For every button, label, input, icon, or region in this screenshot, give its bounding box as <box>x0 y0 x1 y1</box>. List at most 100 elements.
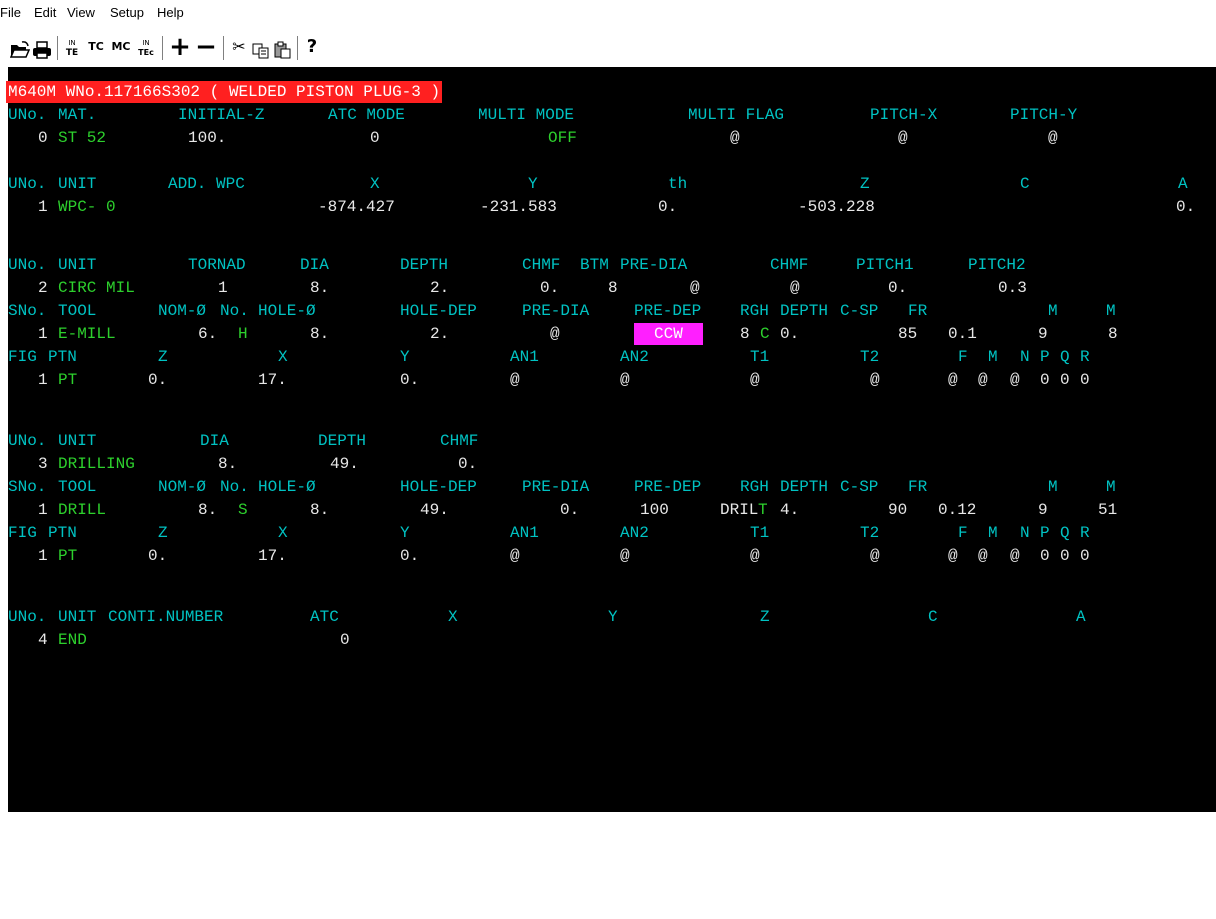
unit-name: CIRC MIL <box>58 279 135 297</box>
col-header: ATC <box>310 608 339 626</box>
unit4-value-row[interactable]: 4 END 0 <box>8 629 350 651</box>
tornad: 1 <box>218 279 228 297</box>
col-header: Z <box>158 348 168 366</box>
pattern: PT <box>58 547 78 565</box>
unit-number: 3 <box>38 455 48 473</box>
unit-name: WPC- 0 <box>58 198 116 216</box>
material: ST 52 <box>58 129 107 147</box>
menu-file[interactable]: File <box>0 5 21 20</box>
col-header: PRE-DIA <box>522 302 590 320</box>
dia: 8. <box>310 279 330 297</box>
an2: @ <box>620 547 630 565</box>
col-header: Y <box>400 348 410 366</box>
tool-name: DRILL <box>58 501 107 519</box>
col-header: SNo. <box>8 478 47 496</box>
minus-icon[interactable]: − <box>194 34 218 60</box>
conti-number: 0 <box>340 631 350 649</box>
col-header: X <box>278 524 288 542</box>
program-title: M640M WNo.117166S302 ( WELDED PISTON PLU… <box>6 81 443 103</box>
unit2-tool-value-row[interactable]: 1 E-MILL 6. H 8. 2. @ CCW 8 C 0. 85 0.1 … <box>8 323 1118 345</box>
toolbar-separator <box>223 36 224 60</box>
menu-setup[interactable]: Setup <box>110 5 144 20</box>
col-header: AN2 <box>620 348 649 366</box>
t1: @ <box>750 547 760 565</box>
col-header: UNIT <box>58 175 97 193</box>
col-header: PITCH-Y <box>1010 106 1078 124</box>
print-icon[interactable] <box>32 37 52 63</box>
paste-icon[interactable] <box>274 37 292 63</box>
col-header: A <box>1178 175 1188 193</box>
open-icon[interactable] <box>10 37 30 63</box>
unit3-value-row[interactable]: 3 DRILLING 8. 49. 0. <box>8 453 477 475</box>
unit2-fig-value-row[interactable]: 1 PT 0. 17. 0. @ @ @ @ @ @ @ 0 0 0 <box>8 369 1090 391</box>
col-header: C-SP <box>840 302 879 320</box>
a-value: 0. <box>1176 198 1196 216</box>
unit3-fig-value-row[interactable]: 1 PT 0. 17. 0. @ @ @ @ @ @ @ 0 0 0 <box>8 545 1090 567</box>
col-header: UNo. <box>8 432 47 450</box>
col-header: TORNAD <box>188 256 246 274</box>
tool-no: H <box>238 325 248 343</box>
col-header: X <box>278 348 288 366</box>
unit-name: DRILLING <box>58 455 135 473</box>
col-header: TOOL <box>58 302 97 320</box>
unit0-value-row[interactable]: 0 ST 52 100. 0 OFF @ @ @ <box>8 127 1058 149</box>
col-header: ATC MODE <box>328 106 405 124</box>
pre-dep-highlight[interactable]: CCW <box>634 323 703 345</box>
mc-icon[interactable]: MC <box>110 34 132 60</box>
col-header: CONTI.NUMBER <box>108 608 224 626</box>
tc-icon[interactable]: TC <box>86 34 106 60</box>
z-value: -503.228 <box>798 198 875 216</box>
z: 0. <box>148 371 168 389</box>
m: @ <box>978 371 988 389</box>
col-header: BTM <box>580 256 609 274</box>
unit3-header-row: UNo. UNIT DIA DEPTH CHMF <box>8 430 478 452</box>
col-header: M <box>988 524 998 542</box>
col-header: R <box>1080 348 1090 366</box>
col-header: C <box>928 608 938 626</box>
x: 17. <box>258 547 287 565</box>
col-header: HOLE-Ø <box>258 478 316 496</box>
col-header: HOLE-DEP <box>400 478 477 496</box>
multi-mode: OFF <box>548 129 577 147</box>
unit2-value-row[interactable]: 2 CIRC MIL 1 8. 2. 0. 8 @ @ 0. 0.3 <box>8 277 1027 299</box>
help-icon[interactable]: ? <box>303 34 321 60</box>
p: 0 <box>1040 547 1050 565</box>
t2: @ <box>870 547 880 565</box>
col-header: M <box>1048 302 1058 320</box>
col-header: Z <box>158 524 168 542</box>
pre-dia: @ <box>690 279 700 297</box>
pitch2: 0.3 <box>998 279 1027 297</box>
plus-icon[interactable]: + <box>168 34 192 60</box>
col-header: CHMF <box>522 256 561 274</box>
tool-te-icon[interactable]: IN TE <box>63 38 81 64</box>
depth: 49. <box>330 455 359 473</box>
tool-tec-icon[interactable]: IN TEc <box>136 38 156 64</box>
col-header: A <box>1076 608 1086 626</box>
col-header: M <box>1106 302 1116 320</box>
y-value: -231.583 <box>480 198 557 216</box>
col-header: th <box>668 175 688 193</box>
n: @ <box>1010 371 1020 389</box>
col-header: MULTI MODE <box>478 106 575 124</box>
unit-number: 4 <box>38 631 48 649</box>
col-header: X <box>370 175 380 193</box>
menu-help[interactable]: Help <box>157 5 184 20</box>
n: @ <box>1010 547 1020 565</box>
menu-view[interactable]: View <box>67 5 95 20</box>
col-header: MAT. <box>58 106 97 124</box>
col-header: DEPTH <box>400 256 449 274</box>
menu-edit[interactable]: Edit <box>34 5 56 20</box>
col-header: N <box>1020 348 1030 366</box>
col-header: RGH <box>740 478 769 496</box>
unit3-tool-value-row[interactable]: 1 DRILL 8. S 8. 49. 0. 100 DRIL T 4. 90 … <box>8 499 1117 521</box>
depth: 4. <box>780 501 800 519</box>
col-header: T1 <box>750 524 770 542</box>
unit1-header-row: UNo. UNIT ADD. WPC X Y th Z C A <box>8 173 1188 195</box>
unit2-header-row: UNo. UNIT TORNAD DIA DEPTH CHMF BTM PRE-… <box>8 254 1026 276</box>
col-header: PITCH1 <box>856 256 914 274</box>
unit1-value-row[interactable]: 1 WPC- 0 -874.427 -231.583 0. -503.228 0… <box>8 196 1195 218</box>
col-header: DEPTH <box>318 432 367 450</box>
cut-icon[interactable]: ✂ <box>230 34 248 60</box>
copy-icon[interactable] <box>252 38 270 64</box>
an1: @ <box>510 547 520 565</box>
